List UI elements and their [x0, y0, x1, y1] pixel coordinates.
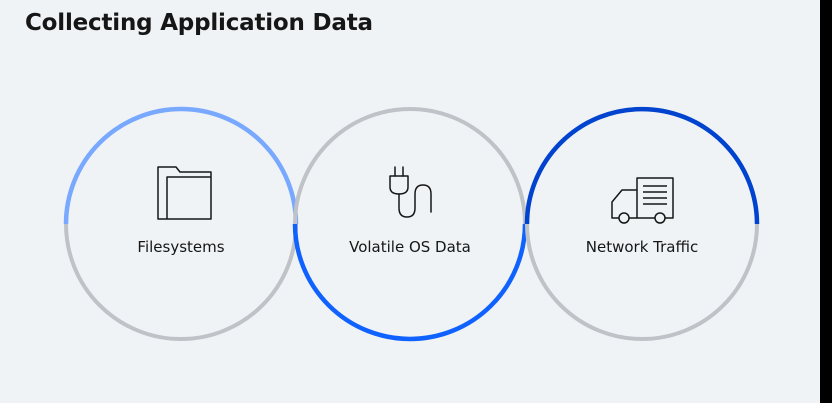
- slide-canvas: Collecting Application Data Filesystems …: [0, 0, 820, 403]
- filesystems-label: Filesystems: [137, 238, 224, 256]
- filesystems-ring: [63, 106, 299, 341]
- truck-icon: [611, 177, 674, 224]
- data-sources-diagram: Filesystems Volatile OS Data Network Tra…: [63, 106, 760, 342]
- volatile-os-data-ring: [292, 107, 528, 342]
- volatile-os-data-label: Volatile OS Data: [349, 238, 471, 256]
- folder-icon: [157, 166, 212, 220]
- network-traffic-ring: [524, 106, 760, 341]
- network-traffic-label: Network Traffic: [586, 238, 698, 256]
- plug-icon: [389, 166, 432, 218]
